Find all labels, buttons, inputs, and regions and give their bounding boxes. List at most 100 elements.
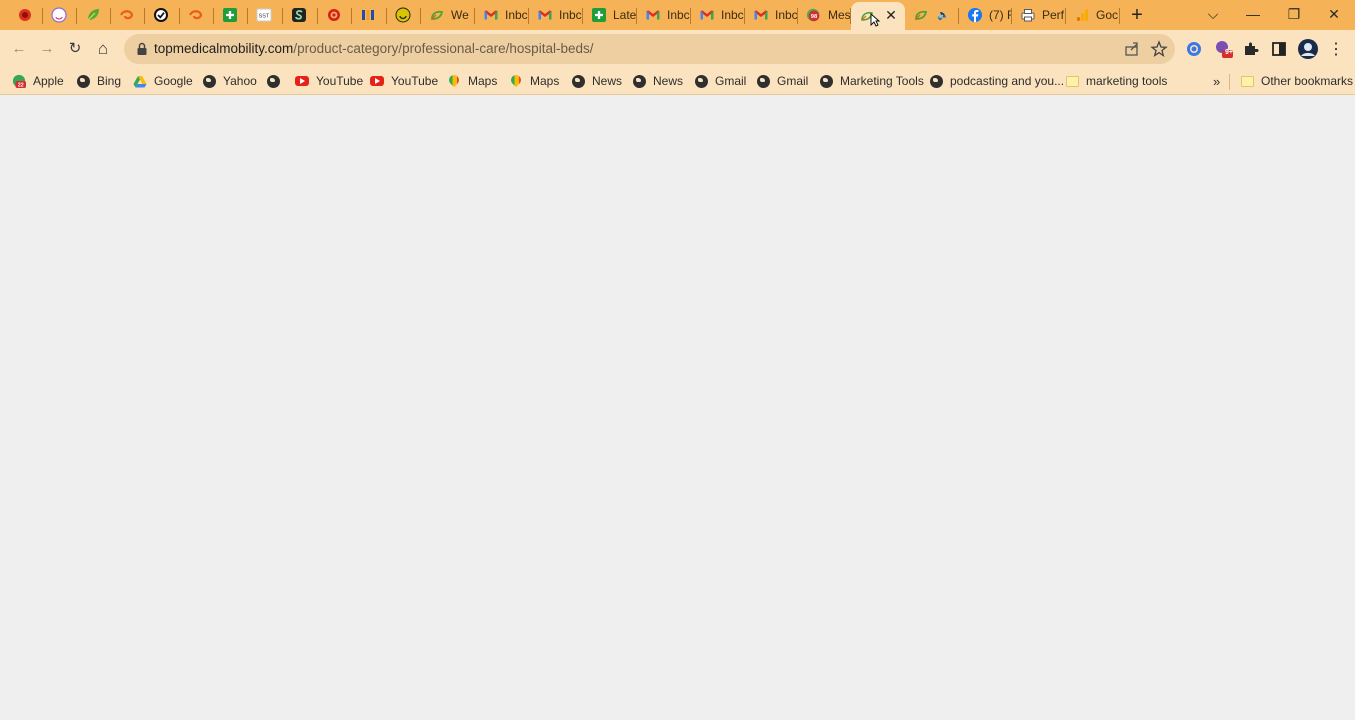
browser-tab[interactable]: 🔈 — [905, 0, 959, 30]
bookmark-item[interactable]: YouTube — [370, 72, 438, 90]
bookmark-item[interactable]: News — [632, 72, 683, 90]
minimize-button[interactable]: — — [1240, 3, 1266, 25]
back-button[interactable]: ← — [8, 38, 30, 60]
bookmark-label: Maps — [468, 74, 498, 88]
extension-blue-circle-icon[interactable] — [1183, 38, 1205, 60]
url-path: /product-category/professional-care/hosp… — [293, 41, 594, 56]
browser-tab[interactable] — [214, 0, 248, 30]
folder-icon — [1065, 74, 1079, 88]
gmail-icon — [537, 7, 553, 23]
browser-tab[interactable] — [77, 0, 111, 30]
tab-title: Perf — [1042, 8, 1065, 22]
browser-tab[interactable] — [318, 0, 352, 30]
apple-badge-icon: 22 — [12, 74, 26, 89]
browser-tab[interactable] — [180, 0, 214, 30]
browser-toolbar: ← → ↻ ⌂ topmedicalmobility.com/product-c… — [0, 30, 1355, 68]
close-window-button[interactable]: ✕ — [1321, 3, 1347, 25]
red-target-icon — [326, 7, 342, 23]
browser-tab[interactable] — [352, 0, 387, 30]
bookmark-item[interactable]: Gmail — [756, 72, 808, 90]
browser-tab[interactable]: SST — [248, 0, 283, 30]
printer-icon — [1020, 7, 1036, 23]
browser-tab[interactable] — [43, 0, 77, 30]
maximize-button[interactable]: ❐ — [1281, 3, 1307, 25]
browser-tab[interactable] — [283, 0, 318, 30]
mouse-cursor-icon — [870, 13, 880, 27]
tab-title: We — [451, 8, 469, 22]
tab-search-button[interactable]: ⌵ — [1200, 3, 1226, 25]
url-host: topmedicalmobility.com — [154, 41, 294, 56]
new-tab-button[interactable]: + — [1126, 4, 1148, 26]
other-bookmarks-folder[interactable]: Other bookmarks — [1240, 72, 1353, 90]
reload-button[interactable]: ↻ — [64, 38, 86, 60]
blue-m-icon — [360, 7, 376, 23]
browser-tab[interactable]: Goc — [1066, 0, 1120, 30]
green-sprout-icon — [913, 7, 929, 23]
url-text[interactable]: topmedicalmobility.com/product-category/… — [154, 34, 593, 64]
speaker-icon[interactable]: 🔈 — [937, 10, 949, 21]
browser-tab[interactable]: Inbc — [475, 0, 529, 30]
side-panel-icon[interactable] — [1268, 38, 1290, 60]
bookmark-star-icon[interactable] — [1149, 39, 1169, 59]
bookmarks-overflow-button[interactable]: » — [1213, 72, 1220, 90]
tab-title: Goc — [1096, 8, 1119, 22]
bookmark-item[interactable]: Yahoo — [202, 72, 257, 90]
browser-tab[interactable]: Perf — [1012, 0, 1066, 30]
browser-tab[interactable]: Inbc — [745, 0, 798, 30]
bookmark-item[interactable]: podcasting and you... — [929, 72, 1064, 90]
bookmark-label: Marketing Tools — [840, 74, 924, 88]
tab-strip: SST We Inbc Inbc Late Inbc Inbc Inbc 98 Mes ✕ 🔈 (7) … — [0, 0, 1355, 30]
bookmark-item[interactable]: Google — [133, 72, 193, 90]
tab-title: Inbc — [775, 8, 798, 22]
bookmark-label: YouTube — [391, 74, 439, 88]
bookmark-label: Google — [154, 74, 193, 88]
bookmark-item[interactable]: Bing — [76, 72, 121, 90]
menu-kebab-icon[interactable]: ⋮ — [1325, 38, 1347, 60]
bookmarks-divider — [1229, 74, 1230, 90]
bookmark-label: marketing tools — [1086, 74, 1168, 88]
home-button[interactable]: ⌂ — [92, 38, 114, 60]
extensions-puzzle-icon[interactable] — [1240, 38, 1262, 60]
browser-tab[interactable]: Inbc — [637, 0, 691, 30]
bookmark-item[interactable]: Gmail — [694, 72, 746, 90]
browser-tab[interactable] — [145, 0, 180, 30]
youtube-icon — [295, 74, 309, 88]
bookmark-item[interactable]: Marketing Tools — [819, 72, 924, 90]
bookmark-item[interactable]: 22 Apple — [12, 72, 64, 90]
bookmark-label: Maps — [530, 74, 560, 88]
other-bookmarks-label: Other bookmarks — [1261, 74, 1354, 88]
profile-avatar[interactable] — [1297, 38, 1319, 60]
browser-tab[interactable]: Late — [583, 0, 637, 30]
svg-text:98: 98 — [811, 14, 818, 20]
share-icon[interactable] — [1122, 39, 1142, 59]
bookmark-item[interactable]: News — [571, 72, 622, 90]
globe-icon — [266, 74, 280, 88]
browser-tab[interactable] — [387, 0, 421, 30]
browser-tab[interactable] — [111, 0, 145, 30]
white-face-icon — [51, 7, 67, 23]
bookmark-item[interactable]: YouTube — [295, 72, 363, 90]
globe-icon — [756, 74, 770, 88]
bookmark-item[interactable] — [266, 72, 287, 90]
browser-tab[interactable]: Inbc — [529, 0, 583, 30]
browser-tab[interactable]: We — [421, 0, 475, 30]
browser-tab[interactable] — [9, 0, 43, 30]
close-tab-icon[interactable]: ✕ — [883, 7, 899, 23]
bookmark-label: Apple — [33, 74, 64, 88]
browser-tab[interactable]: 98 Mes — [798, 0, 851, 30]
tab-separator — [1119, 8, 1120, 24]
bookmark-label: News — [592, 74, 623, 88]
bookmark-item[interactable]: marketing tools — [1065, 72, 1167, 90]
bookmark-item[interactable]: Maps — [509, 72, 559, 90]
tab-title: Inbc — [559, 8, 582, 22]
globe-icon — [694, 74, 708, 88]
tab-title: Inbc — [505, 8, 528, 22]
browser-tab[interactable]: Inbc — [691, 0, 745, 30]
green-plus-icon — [222, 7, 238, 23]
browser-tab[interactable]: (7) F — [959, 0, 1012, 30]
extension-badge-icon[interactable]: 9+ — [1212, 38, 1234, 60]
leaf-icon — [85, 7, 101, 23]
bookmark-item[interactable]: Maps — [447, 72, 497, 90]
address-bar[interactable]: topmedicalmobility.com/product-category/… — [124, 34, 1175, 64]
forward-button[interactable]: → — [36, 38, 58, 60]
